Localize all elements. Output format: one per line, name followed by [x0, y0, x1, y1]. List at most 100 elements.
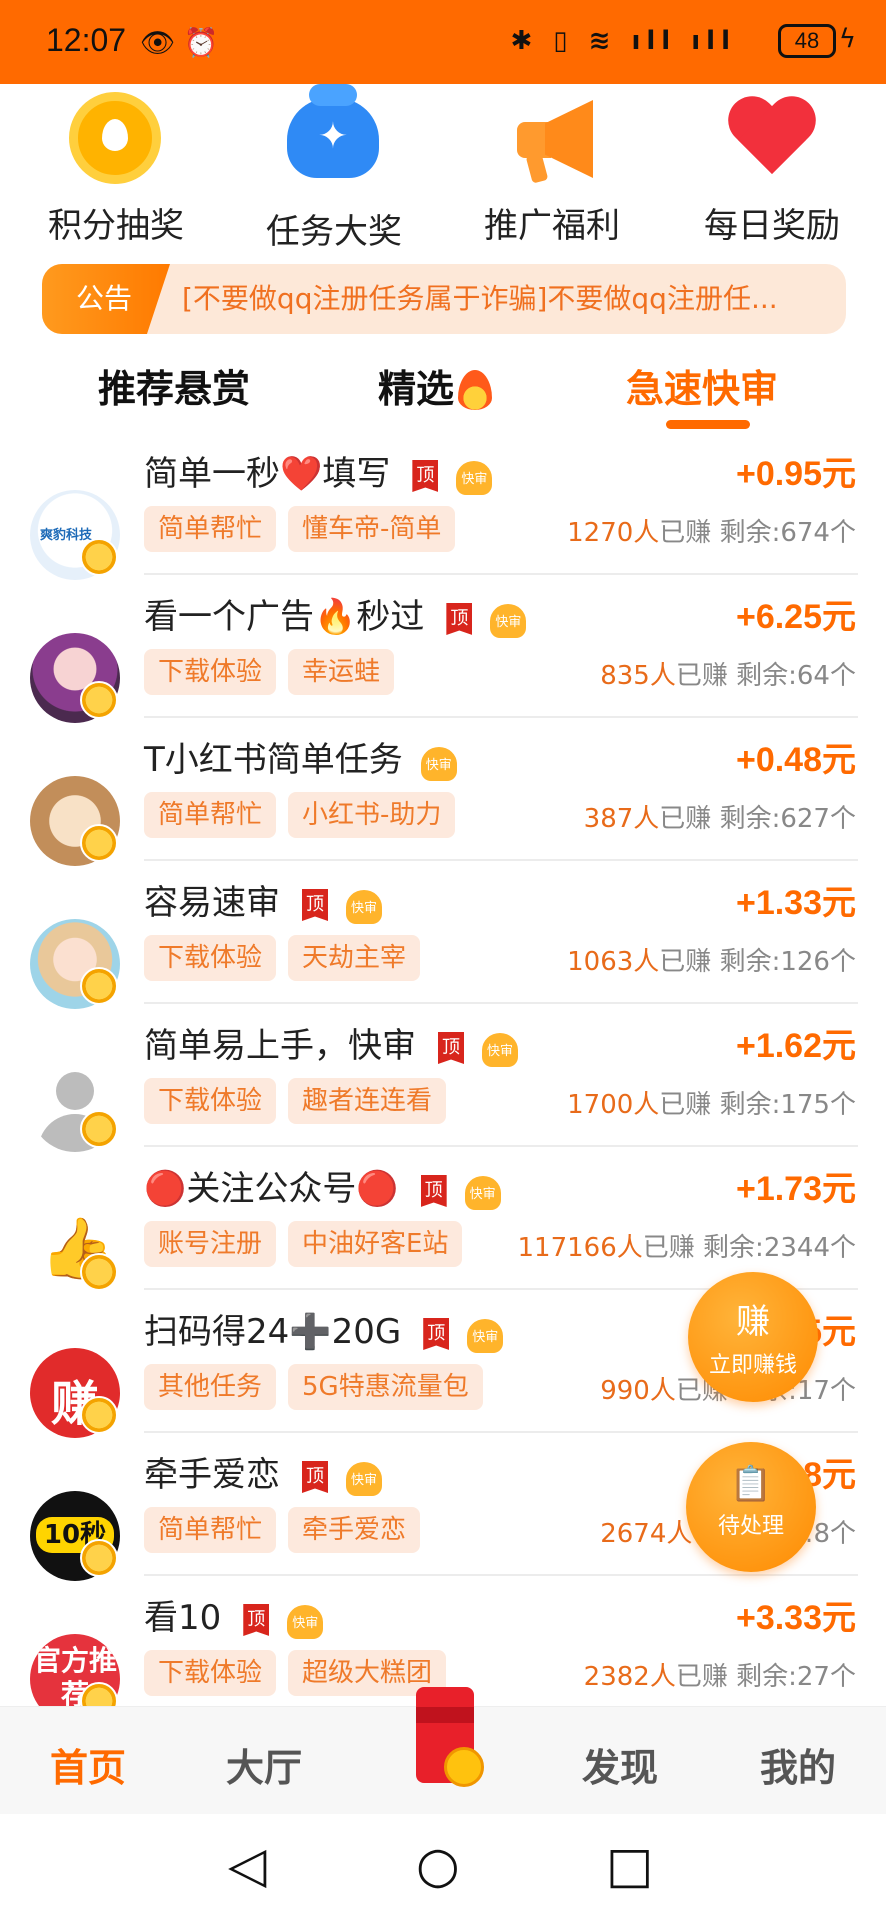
top-tag: 顶 [302, 889, 328, 921]
nav-home[interactable]: 首页 [50, 1737, 126, 1792]
remaining-count: 175 [780, 1090, 830, 1120]
fast-review-tag: 快审 [287, 1605, 324, 1639]
task-project-chip: 中油好客E站 [288, 1221, 463, 1267]
notice-bar[interactable]: 公告 [不要做qq注册任务属于诈骗]不要做qq注册任... [42, 264, 846, 334]
active-tab-indicator [666, 420, 750, 429]
task-reward: +0.48元 [735, 741, 856, 779]
pending-icon: 📋 [729, 1464, 773, 1504]
earned-suffix: 已赚 [659, 804, 712, 834]
task-row[interactable]: 👍 🔴关注公众号🔴 顶快审 +1.73元 账号注册 中油好客E站 117166人已赚 剩余:… [0, 1147, 886, 1295]
task-row[interactable]: T小红书简单任务 快审 +0.48元 简单帮忙 小红书-助力 387人已赚 剩余:627个 [0, 718, 886, 866]
remaining-count: 64 [796, 661, 830, 691]
earned-suffix: 已赚 [642, 1233, 695, 1263]
task-title: 🔴关注公众号🔴 顶快审 [144, 1161, 501, 1210]
task-category-chip: 下载体验 [144, 935, 277, 981]
earned-suffix: 已赚 [659, 1090, 712, 1120]
verified-badge-icon [80, 1253, 118, 1291]
category-tabs: 推荐悬赏 精选 急速快审 [0, 354, 886, 434]
quick-action-label: 积分抽奖 [48, 206, 184, 246]
fast-review-tag: 快审 [346, 890, 382, 924]
remaining-suffix: 个 [829, 518, 856, 548]
verified-badge-icon [80, 538, 118, 576]
task-project-chip: 懂车帝-简单 [288, 506, 456, 552]
earn-now-label: 立即赚钱 [708, 1353, 797, 1378]
top-tag: 顶 [302, 1461, 328, 1493]
remaining-prefix: 剩余: [719, 947, 781, 977]
remaining-suffix: 个 [829, 947, 856, 977]
task-stats: 1700人已赚 剩余:175个 [567, 1084, 856, 1121]
notice-tag: 公告 [42, 264, 170, 334]
task-category-chip: 下载体验 [144, 1078, 277, 1124]
quick-action-daily-reward[interactable]: 每日奖励 [672, 88, 872, 247]
flame-icon [458, 370, 493, 410]
task-title: 扫码得24➕20G 顶快审 [144, 1304, 504, 1353]
top-tag: 顶 [446, 603, 473, 635]
task-category-chip: 其他任务 [144, 1364, 277, 1410]
recents-icon[interactable]: □ [606, 1836, 653, 1894]
quick-action-label: 每日奖励 [704, 206, 840, 246]
back-icon[interactable]: ◁ [228, 1836, 266, 1894]
task-row[interactable]: 看一个广告🔥秒过顶快审 +6.25元 下载体验 幸运蛙 835人已赚 剩余:64个 [0, 575, 886, 723]
earned-count: 2382人 [583, 1662, 676, 1692]
remaining-suffix: 个 [829, 661, 856, 691]
top-tag: 顶 [423, 1318, 450, 1350]
task-category-chip: 简单帮忙 [144, 1507, 277, 1553]
remaining-suffix: 个 [829, 1090, 856, 1120]
pending-button[interactable]: 📋 待处理 [686, 1442, 816, 1572]
remaining-count: 2344 [763, 1233, 830, 1263]
fast-review-tag: 快审 [467, 1319, 504, 1353]
task-project-chip: 趣者连连看 [288, 1078, 447, 1124]
earn-icon: 赚 [736, 1302, 770, 1342]
task-stats: 1063人已赚 剩余:126个 [567, 941, 856, 978]
remaining-prefix: 剩余: [736, 661, 797, 691]
task-title-text: 牵手爱恋 [144, 1455, 280, 1495]
fast-review-tag: 快审 [482, 1033, 518, 1067]
bottom-nav: 首页 大厅 发现 我的 [0, 1687, 886, 1814]
verified-badge-icon [80, 1539, 118, 1577]
task-title-text: 简单易上手，快审 [144, 1026, 416, 1066]
earned-suffix: 已赚 [675, 1662, 728, 1692]
task-row[interactable]: 爽豹科技 简单一秒❤️填写顶快审 +0.95元 简单帮忙 懂车帝-简单 1270人已赚 剩… [0, 432, 886, 580]
verified-badge-icon [80, 681, 118, 719]
remaining-count: 126 [780, 947, 830, 977]
task-row[interactable]: 简单易上手，快审顶快审 +1.62元 下载体验 趣者连连看 1700人已赚 剩余:175… [0, 1004, 886, 1152]
avatar-text: 爽豹科技 [40, 528, 93, 543]
quick-action-promotion[interactable]: 推广福利 [452, 88, 652, 247]
tab-recommended[interactable]: 推荐悬赏 [98, 358, 250, 413]
earned-count: 835人 [600, 661, 676, 691]
task-reward: +1.73元 [735, 1170, 856, 1208]
earned-count: 117166人 [517, 1233, 643, 1263]
home-icon[interactable]: ○ [416, 1836, 460, 1894]
task-row[interactable]: 容易速审顶快审 +1.33元 下载体验 天劫主宰 1063人已赚 剩余:126个 [0, 861, 886, 1009]
task-title: 简单易上手，快审顶快审 [144, 1018, 518, 1067]
task-category-chip: 简单帮忙 [144, 506, 277, 552]
remaining-prefix: 剩余: [703, 1233, 764, 1263]
nav-discover[interactable]: 发现 [582, 1737, 658, 1792]
signal-icons: ✱ ▯ ≋ ıll ıll [510, 26, 736, 56]
task-reward: +3.33元 [735, 1599, 856, 1637]
verified-badge-icon [80, 824, 118, 862]
remaining-count: 17 [796, 1376, 830, 1406]
remaining-prefix: 剩余: [736, 1662, 797, 1692]
task-title: T小红书简单任务 快审 [144, 732, 457, 781]
task-title: 牵手爱恋顶快审 [144, 1447, 382, 1496]
task-title-text: 扫码得24➕20G [144, 1312, 402, 1352]
eye-alarm-icons: 👁⏰ [140, 26, 227, 59]
verified-badge-icon [80, 967, 118, 1005]
notice-text: [不要做qq注册任务属于诈骗]不要做qq注册任... [182, 282, 778, 315]
nav-mine[interactable]: 我的 [760, 1737, 836, 1792]
status-bar: 12:07 👁⏰ ✱ ▯ ≋ ıll ıll 48 ϟ [0, 0, 886, 84]
quick-action-grand-prize[interactable]: ✦ 任务大奖 [234, 84, 434, 253]
tab-featured[interactable]: 精选 [378, 358, 493, 413]
earn-now-button[interactable]: 赚 立即赚钱 [688, 1272, 818, 1402]
tab-fast-review[interactable]: 急速快审 [626, 358, 778, 413]
task-project-chip: 小红书-助力 [288, 792, 456, 838]
status-time: 12:07 [46, 22, 127, 58]
quick-actions: 积分抽奖 ✦ 任务大奖 推广福利 每日奖励 [0, 84, 886, 252]
red-envelope-icon[interactable] [396, 1687, 496, 1805]
quick-action-lottery[interactable]: 积分抽奖 [16, 88, 216, 247]
task-title-text: 容易速审 [144, 883, 280, 923]
quick-action-label: 推广福利 [484, 206, 620, 246]
nav-hall[interactable]: 大厅 [226, 1737, 302, 1792]
battery-icon: 48 [778, 24, 836, 58]
